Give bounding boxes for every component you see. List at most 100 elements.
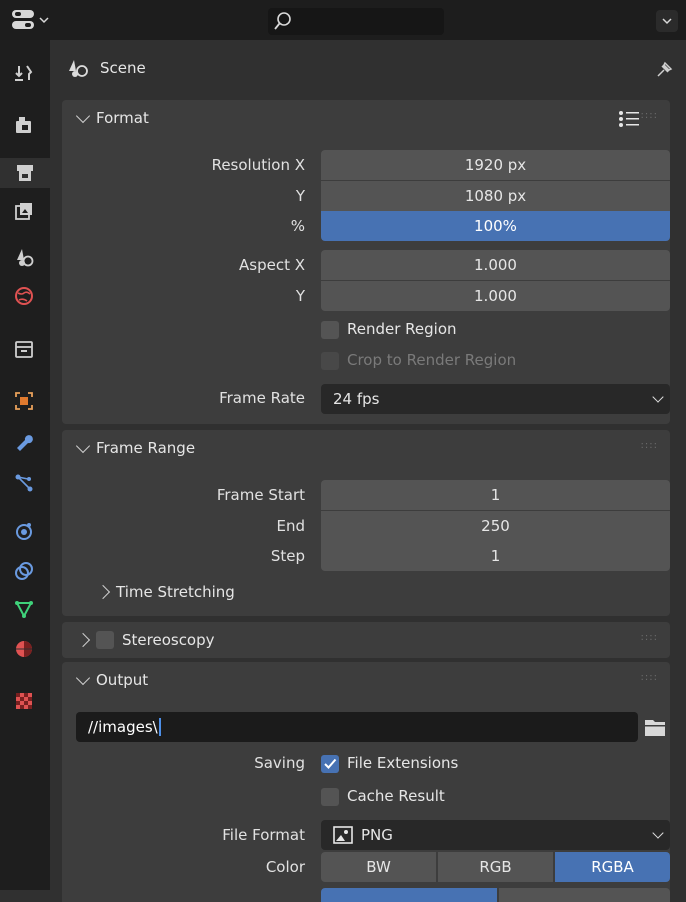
- material-icon: [16, 641, 32, 657]
- search-icon: [274, 12, 291, 30]
- drag-handle-icon[interactable]: ::::: [641, 110, 658, 121]
- subpanel-title: Time Stretching: [116, 583, 235, 601]
- aspect-y-label: Y: [295, 287, 305, 305]
- tab-world[interactable]: [10, 283, 38, 309]
- chevron-down-icon: [75, 670, 91, 685]
- output-panel: Output :::: //images\ Saving File Extens…: [62, 662, 670, 902]
- image-icon: [333, 826, 353, 844]
- editor-type-button[interactable]: [10, 8, 54, 32]
- resolution-x-field[interactable]: 1920 px: [321, 150, 670, 180]
- resolution-y-field[interactable]: 1080 px: [321, 181, 670, 211]
- drag-handle-icon[interactable]: ::::: [641, 672, 658, 683]
- properties-content: Scene Format :::: Resolution X 1920 px Y…: [56, 40, 686, 902]
- aspect-y-field[interactable]: 1.000: [321, 281, 670, 311]
- output-path-value: //images\: [88, 718, 158, 736]
- tab-physics[interactable]: [10, 518, 38, 544]
- render-region-checkbox[interactable]: [321, 321, 339, 339]
- search-input[interactable]: [268, 8, 444, 35]
- tab-collection[interactable]: [10, 336, 38, 362]
- view-layer-icon: [15, 203, 32, 220]
- frame-end-field[interactable]: 250: [321, 511, 670, 541]
- aspect-x-field[interactable]: 1.000: [321, 250, 670, 280]
- resolution-y-label: Y: [295, 187, 305, 205]
- frame-start-field[interactable]: 1: [321, 480, 670, 510]
- chevron-down-icon: [75, 438, 91, 453]
- file-extensions-checkbox[interactable]: [321, 755, 339, 773]
- render-icon: [16, 117, 31, 133]
- scene-icon: [17, 249, 34, 267]
- cache-result-checkbox[interactable]: [321, 788, 339, 806]
- tab-scene[interactable]: [10, 244, 38, 270]
- frame-rate-label: Frame Rate: [219, 389, 305, 407]
- world-icon: [15, 287, 33, 305]
- color-depth-selected[interactable]: [321, 888, 497, 902]
- frame-end-label: End: [276, 517, 305, 535]
- frame-start-label: Frame Start: [216, 486, 305, 504]
- resolution-percent-label: %: [290, 217, 305, 235]
- cache-result-label: Cache Result: [347, 787, 445, 805]
- context-header: Scene: [66, 54, 146, 82]
- panel-title: Format: [96, 109, 149, 127]
- aspect-x-label: Aspect X: [239, 256, 305, 274]
- tab-material[interactable]: [10, 636, 38, 662]
- format-panel-header[interactable]: Format: [75, 100, 149, 136]
- properties-tabs: [0, 40, 50, 890]
- context-title: Scene: [100, 59, 146, 77]
- frame-rate-dropdown[interactable]: 24 fps: [321, 384, 670, 414]
- tab-modifiers[interactable]: [10, 428, 38, 454]
- file-extensions-label: File Extensions: [347, 754, 459, 772]
- chevron-down-icon: [662, 18, 672, 25]
- stereoscopy-panel-header[interactable]: Stereoscopy: [75, 622, 215, 658]
- chevron-right-icon: [75, 632, 91, 648]
- color-label: Color: [265, 858, 305, 876]
- options-dropdown[interactable]: [656, 10, 678, 32]
- chevron-right-icon: [95, 584, 111, 600]
- output-path-input[interactable]: //images\: [76, 712, 638, 742]
- presets-icon[interactable]: [618, 110, 640, 128]
- tab-render[interactable]: [10, 112, 38, 138]
- color-mode-rgb[interactable]: RGB: [438, 852, 553, 882]
- color-depth-option[interactable]: [499, 888, 670, 902]
- pin-icon[interactable]: [654, 58, 676, 80]
- format-panel: Format :::: Resolution X 1920 px Y 1080 …: [62, 100, 670, 424]
- physics-icon: [16, 523, 32, 540]
- chevron-down-icon: [75, 108, 91, 123]
- chevron-down-icon: [652, 827, 664, 839]
- file-format-dropdown[interactable]: PNG: [321, 820, 670, 850]
- color-mode-rgba[interactable]: RGBA: [555, 852, 670, 882]
- editor-type-icon: [12, 10, 49, 29]
- tab-object[interactable]: [10, 388, 38, 414]
- tab-texture[interactable]: [10, 688, 38, 714]
- tab-output[interactable]: [0, 158, 50, 188]
- wrench-icon: [17, 435, 33, 451]
- header-bar: [0, 0, 686, 40]
- browse-folder-button[interactable]: [640, 712, 670, 742]
- tab-data[interactable]: [10, 596, 38, 622]
- object-icon: [15, 392, 33, 410]
- tab-particles[interactable]: [10, 470, 38, 496]
- stereoscopy-panel: Stereoscopy ::::: [62, 622, 670, 658]
- output-panel-header[interactable]: Output: [75, 662, 148, 698]
- time-stretching-subpanel[interactable]: Time Stretching: [95, 580, 235, 604]
- mesh-data-icon: [15, 601, 33, 619]
- panel-title: Frame Range: [96, 439, 196, 457]
- crop-region-label: Crop to Render Region: [347, 351, 517, 369]
- color-mode-bw[interactable]: BW: [321, 852, 436, 882]
- tab-constraints[interactable]: [10, 558, 38, 584]
- file-format-value: PNG: [361, 826, 393, 844]
- tab-view-layer[interactable]: [10, 198, 38, 224]
- tab-tool[interactable]: [10, 60, 38, 86]
- frame-range-panel-header[interactable]: Frame Range: [75, 430, 196, 466]
- text-cursor: [158, 718, 161, 736]
- collection-icon: [15, 341, 33, 358]
- saving-label: Saving: [254, 754, 305, 772]
- frame-step-field[interactable]: 1: [321, 541, 670, 571]
- stereoscopy-checkbox[interactable]: [96, 631, 114, 649]
- drag-handle-icon[interactable]: ::::: [641, 440, 658, 451]
- drag-handle-icon[interactable]: ::::: [641, 632, 658, 643]
- resolution-x-label: Resolution X: [211, 156, 305, 174]
- chevron-down-icon: [652, 391, 664, 403]
- resolution-percent-slider[interactable]: 100%: [321, 211, 670, 241]
- panel-title: Stereoscopy: [122, 631, 215, 649]
- texture-icon: [16, 693, 32, 709]
